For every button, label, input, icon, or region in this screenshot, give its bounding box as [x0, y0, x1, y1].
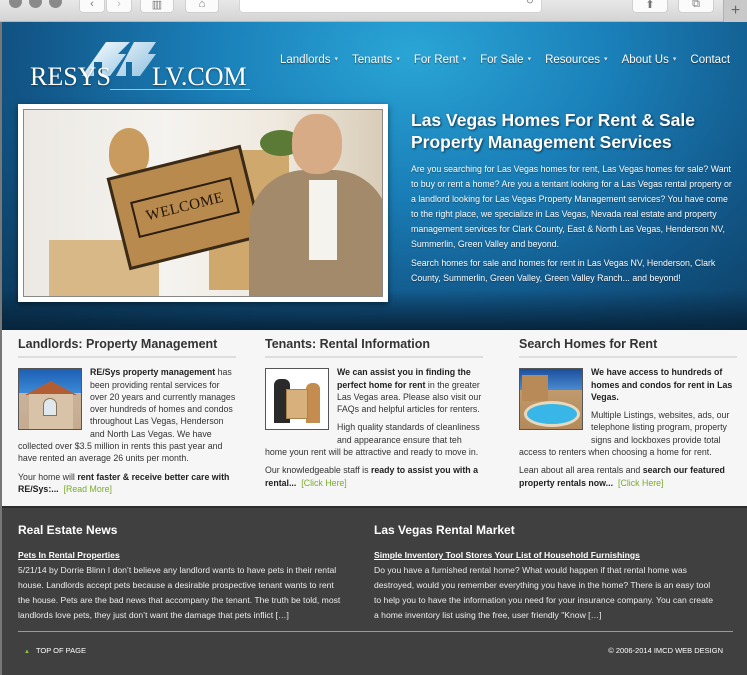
- sidebar-button[interactable]: ▥: [140, 0, 174, 13]
- house-thumbnail[interactable]: [18, 368, 82, 431]
- hero-photo: WELCOME: [18, 104, 388, 302]
- back-button[interactable]: ‹: [79, 0, 105, 13]
- search-cta: Lean about all area rentals and search o…: [519, 464, 737, 489]
- thumb-woman: [306, 383, 320, 424]
- share-button[interactable]: ⬆: [632, 0, 668, 13]
- home-icon: ⌂: [198, 0, 206, 10]
- tabs-overview-button[interactable]: ⧉: [678, 0, 714, 13]
- hero-intro-paragraph: Are you searching for Las Vegas homes fo…: [411, 164, 732, 250]
- nav-for-sale[interactable]: For Sale ▾: [480, 54, 531, 66]
- search-bold: We have access to hundreds of homes and …: [591, 367, 733, 402]
- browser-toolbar: ‹ › ▥ ⌂ ↻ ⬆ ⧉ +: [0, 0, 747, 22]
- new-tab-button[interactable]: +: [723, 0, 747, 22]
- nav-label: Tenants: [352, 54, 393, 66]
- thumb-roof: [25, 381, 77, 396]
- caret-down-icon: ▾: [462, 56, 467, 63]
- tenants-cta: Our knowledgeable staff is ready to assi…: [265, 464, 483, 489]
- footer-divider: [18, 631, 733, 632]
- article-excerpt: 5/21/14 by Dorrie Blinn I don’t believe …: [18, 565, 341, 620]
- pool-thumbnail[interactable]: [519, 368, 583, 431]
- nav-contact[interactable]: Contact: [690, 54, 730, 66]
- share-icon: ⬆: [645, 0, 655, 11]
- tenants-click-here-link[interactable]: [Click Here]: [301, 478, 346, 488]
- rental-market-heading: Las Vegas Rental Market: [374, 523, 515, 537]
- movers-thumbnail[interactable]: [265, 368, 329, 431]
- logo-text-resys: RESYS: [30, 62, 111, 91]
- real-estate-news: Real Estate News Pets In Rental Properti…: [18, 523, 348, 623]
- forward-button[interactable]: ›: [106, 0, 132, 13]
- article-excerpt: Do you have a furnished rental home? Wha…: [374, 565, 714, 620]
- thumb-building: [522, 375, 548, 402]
- article-link-pets[interactable]: Pets In Rental Properties: [18, 548, 348, 563]
- landlords-cta-start: Your home will: [18, 471, 78, 482]
- landlords-cta: Your home will rent faster & receive bet…: [18, 471, 236, 496]
- logo-text-lvcom: LV.COM: [152, 62, 247, 91]
- hero-search-paragraph: Search homes for sale and homes for rent…: [411, 258, 716, 284]
- close-window-button[interactable]: [9, 0, 22, 8]
- tenants-heading: Tenants: Rental Information: [265, 338, 483, 359]
- hero-section: RESYS LV.COM Landlords ▾ Tenants ▾ For Ren…: [2, 22, 747, 330]
- caret-down-icon: ▾: [672, 56, 677, 63]
- site-logo[interactable]: RESYS LV.COM: [30, 32, 250, 92]
- caret-down-icon: ▾: [527, 56, 532, 63]
- nav-label: Resources: [545, 54, 601, 66]
- nav-label: Contact: [690, 54, 731, 66]
- caret-down-icon: ▾: [334, 56, 339, 63]
- logo-underline: [110, 89, 250, 90]
- photo-man-head: [292, 114, 342, 174]
- nav-label: About Us: [621, 54, 669, 66]
- nav-resources[interactable]: Resources ▾: [545, 54, 607, 66]
- copyright: © 2006-2014 IMCD WEB DESIGN: [608, 646, 723, 655]
- hero-title-line1: Las Vegas Homes For Rent & Sale: [411, 110, 695, 130]
- home-button[interactable]: ⌂: [185, 0, 219, 13]
- news-section: Real Estate News Pets In Rental Properti…: [2, 506, 747, 675]
- landlords-bold: RE/Sys property management: [90, 367, 216, 378]
- tenants-column: Tenants: Rental Information We can assis…: [265, 338, 483, 495]
- caret-down-icon: ▾: [604, 56, 608, 63]
- photo-shirt: [309, 180, 337, 260]
- welcome-mat-text: WELCOME: [130, 177, 240, 238]
- reload-icon[interactable]: ↻: [526, 0, 534, 7]
- landlords-heading: Landlords: Property Management: [18, 338, 236, 359]
- chevron-right-icon: ›: [117, 0, 121, 10]
- main-nav: Landlords ▾ Tenants ▾ For Rent ▾ For Sale ▾ …: [280, 54, 744, 66]
- hero-title: Las Vegas Homes For Rent & Sale Property…: [411, 109, 741, 153]
- article-link-inventory[interactable]: Simple Inventory Tool Stores Your List o…: [374, 548, 719, 563]
- rental-market-news: Las Vegas Rental Market Simple Inventory…: [374, 523, 719, 623]
- zoom-window-button[interactable]: [49, 0, 62, 8]
- search-cta-start: Lean about all area rentals and: [519, 465, 643, 476]
- nav-landlords[interactable]: Landlords ▾: [280, 54, 338, 66]
- caret-down-icon: ▾: [396, 56, 400, 63]
- thumb-window: [43, 398, 57, 417]
- real-estate-news-heading: Real Estate News: [18, 523, 118, 537]
- chevron-left-icon: ‹: [90, 0, 94, 10]
- minimize-window-button[interactable]: [29, 0, 42, 8]
- nav-label: For Sale: [480, 54, 524, 66]
- search-click-here-link[interactable]: [Click Here]: [618, 478, 663, 488]
- top-of-page-link[interactable]: ▲ TOP OF PAGE: [24, 646, 86, 655]
- arrow-up-icon: ▲: [24, 649, 30, 655]
- nav-label: For Rent: [413, 54, 459, 66]
- search-column: Search Homes for Rent We have access to …: [519, 338, 737, 495]
- top-of-page-label: TOP OF PAGE: [35, 646, 86, 655]
- nav-tenants[interactable]: Tenants ▾: [352, 54, 400, 66]
- sidebar-icon: ▥: [151, 0, 163, 11]
- couple-welcome-mat-image: WELCOME: [23, 109, 383, 297]
- address-bar[interactable]: ↻: [239, 0, 542, 13]
- thumb-box: [286, 389, 308, 420]
- tenants-cta-start: Our knowledgeable staff is: [265, 465, 371, 476]
- info-columns: Landlords: Property Management RE/Sys pr…: [2, 330, 747, 506]
- nav-label: Landlords: [280, 54, 331, 66]
- search-heading: Search Homes for Rent: [519, 338, 737, 359]
- thumb-pool: [524, 401, 580, 428]
- nav-for-rent[interactable]: For Rent ▾: [414, 54, 466, 66]
- read-more-link[interactable]: [Read More]: [64, 484, 112, 494]
- landlords-column: Landlords: Property Management RE/Sys pr…: [18, 338, 236, 501]
- tabs-icon: ⧉: [692, 0, 700, 10]
- hero-title-line2: Property Management Services: [411, 132, 672, 152]
- nav-about-us[interactable]: About Us ▾: [622, 54, 677, 66]
